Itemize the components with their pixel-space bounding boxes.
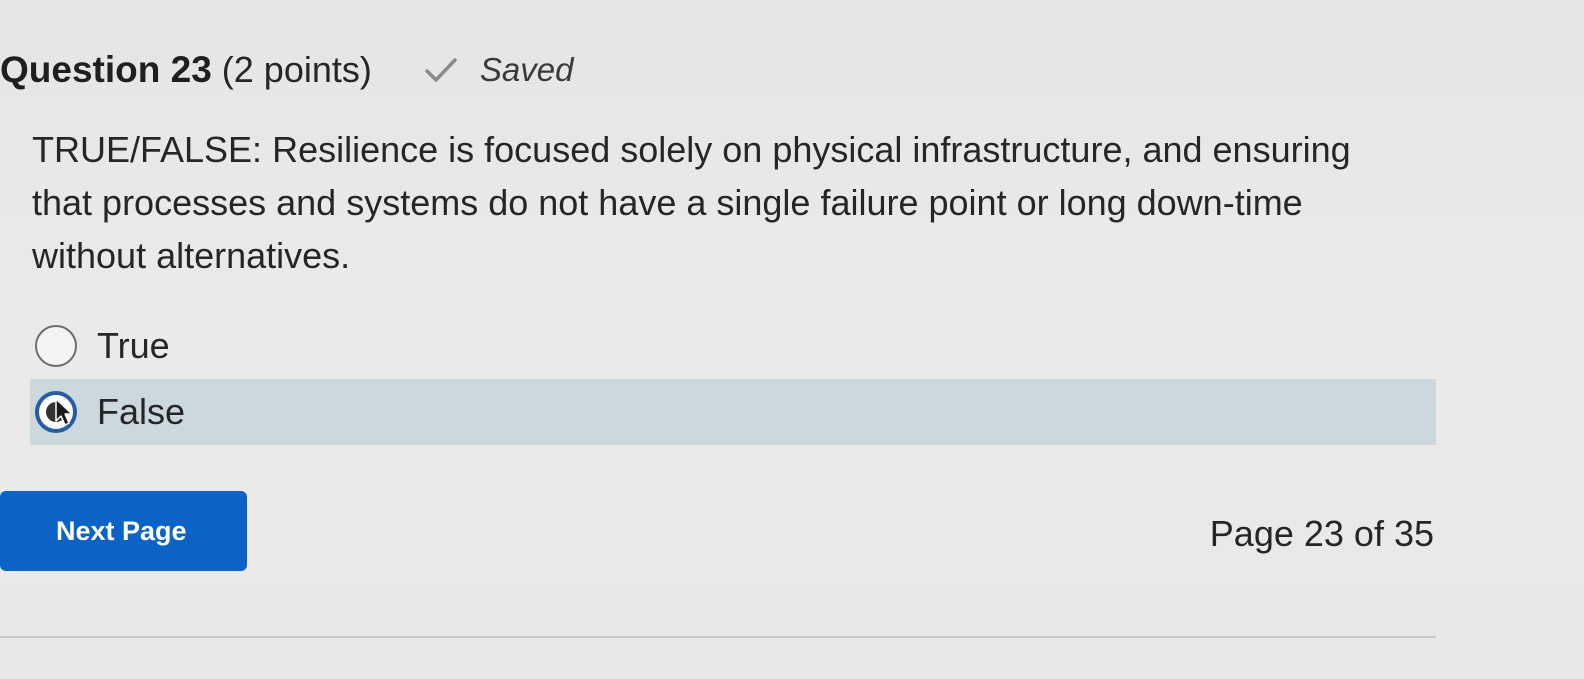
answer-options: True False — [30, 313, 1436, 445]
question-text: TRUE/FALSE: Resilience is focused solely… — [32, 129, 1351, 276]
saved-label: Saved — [479, 51, 574, 88]
question-points: (2 points) — [221, 49, 372, 90]
mouse-cursor-icon — [55, 398, 73, 426]
quiz-page: Question 23 (2 points) Saved TRUE/FALSE:… — [0, 0, 1584, 679]
radio-false[interactable] — [35, 391, 77, 433]
question-header: Question 23 (2 points) Saved — [0, 40, 573, 100]
checkmark-icon — [425, 58, 457, 82]
option-label-false: False — [97, 391, 186, 432]
radio-true[interactable] — [35, 325, 77, 367]
divider — [0, 636, 1436, 638]
page-indicator: Page 23 of 35 — [1209, 513, 1434, 554]
option-false[interactable]: False — [30, 379, 1436, 445]
option-label-true: True — [97, 325, 170, 366]
saved-status: Saved — [424, 51, 574, 89]
option-true[interactable]: True — [30, 313, 1436, 379]
question-title: Question 23 — [0, 49, 212, 90]
next-page-button[interactable]: Next Page — [0, 491, 247, 571]
